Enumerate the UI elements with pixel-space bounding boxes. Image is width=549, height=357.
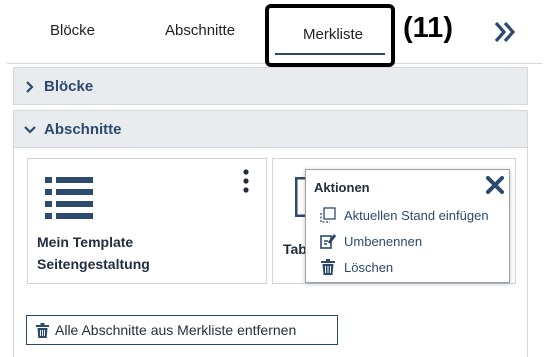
remove-all-sections-button[interactable]: Alle Abschnitte aus Merkliste entfernen [26,315,338,345]
saved-section-card[interactable]: Mein Template Seitengestaltung [27,158,267,284]
tab-bar: Blöcke Abschnitte Merkliste (11) [7,0,542,67]
menu-item-insert-current[interactable]: Aktuellen Stand einfügen [320,205,506,225]
card-title: Mein Template Seitengestaltung [37,234,150,272]
insert-icon [320,207,336,223]
section-label-abschnitte: Abschnitte [44,121,122,138]
close-icon[interactable] [486,176,504,194]
menu-item-label: Löschen [344,260,394,275]
trash-icon [36,323,49,338]
section-header-bloecke[interactable]: Blöcke [13,67,528,105]
chevron-right-icon [26,81,34,93]
tab-abschnitte[interactable]: Abschnitte [165,22,235,39]
active-tab-underline [275,53,385,55]
double-chevron-right-icon[interactable] [494,20,516,44]
kebab-menu-icon[interactable] [242,169,250,193]
remove-all-label: Alle Abschnitte aus Merkliste entfernen [55,322,297,338]
step-callout: (11) [403,12,453,44]
list-icon [45,177,93,219]
menu-item-delete[interactable]: Löschen [320,257,506,277]
menu-item-label: Umbenennen [344,234,423,249]
actions-popup: Aktionen Aktuellen Stand einfügen Umbene… [305,169,510,283]
tab-merkliste-highlight[interactable]: Merkliste [265,4,395,67]
tab-merkliste[interactable]: Merkliste [303,26,363,43]
tab-bloecke[interactable]: Blöcke [50,22,95,39]
card-title: Tab [283,241,307,257]
trash-icon [321,259,335,275]
section-header-abschnitte[interactable]: Abschnitte [13,110,528,148]
menu-item-rename[interactable]: Umbenennen [320,231,506,251]
chevron-down-icon [24,126,36,134]
edit-icon [320,234,336,249]
menu-item-label: Aktuellen Stand einfügen [344,208,489,223]
section-label-bloecke: Blöcke [44,78,94,95]
popup-title: Aktionen [314,180,370,195]
